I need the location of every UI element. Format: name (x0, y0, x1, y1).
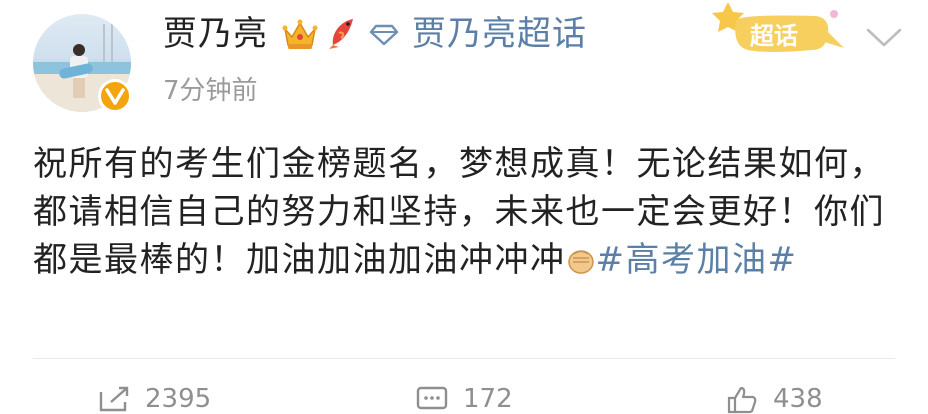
repost-button[interactable]: 2395 (97, 384, 211, 414)
comment-count: 172 (463, 384, 513, 414)
chevron-down-icon[interactable] (864, 24, 904, 50)
comment-button[interactable]: 172 (415, 384, 513, 414)
avatar-mast (103, 24, 105, 64)
avatar-mast (111, 18, 113, 64)
like-icon (727, 386, 757, 414)
avatar-legs (73, 78, 85, 98)
avatar-head (73, 44, 85, 56)
comment-icon (416, 386, 448, 410)
post-content: 祝所有的考生们金榜题名，梦想成真！无论结果如何，都请相信自己的努力和坚持，未来也… (33, 140, 903, 284)
verified-badge-icon (98, 79, 132, 113)
koi-fish-icon (329, 19, 353, 49)
crown-icon (282, 19, 318, 49)
hashtag-link[interactable]: #高考加油# (596, 240, 798, 280)
topic-link[interactable]: 贾乃亮超话 (412, 14, 587, 54)
diamond-icon (369, 24, 399, 46)
post-time[interactable]: 7分钟前 (163, 73, 258, 109)
like-button[interactable]: 438 (725, 384, 823, 414)
fist-emoji-icon (567, 250, 594, 274)
repost-count: 2395 (145, 384, 212, 414)
supertopic-badge-label: 超话 (750, 22, 798, 50)
supertopic-badge-icon[interactable]: 超话 (708, 0, 856, 66)
divider (33, 358, 895, 359)
like-count: 438 (773, 384, 823, 414)
repost-icon (99, 386, 129, 412)
author-name[interactable]: 贾乃亮 (163, 14, 268, 54)
